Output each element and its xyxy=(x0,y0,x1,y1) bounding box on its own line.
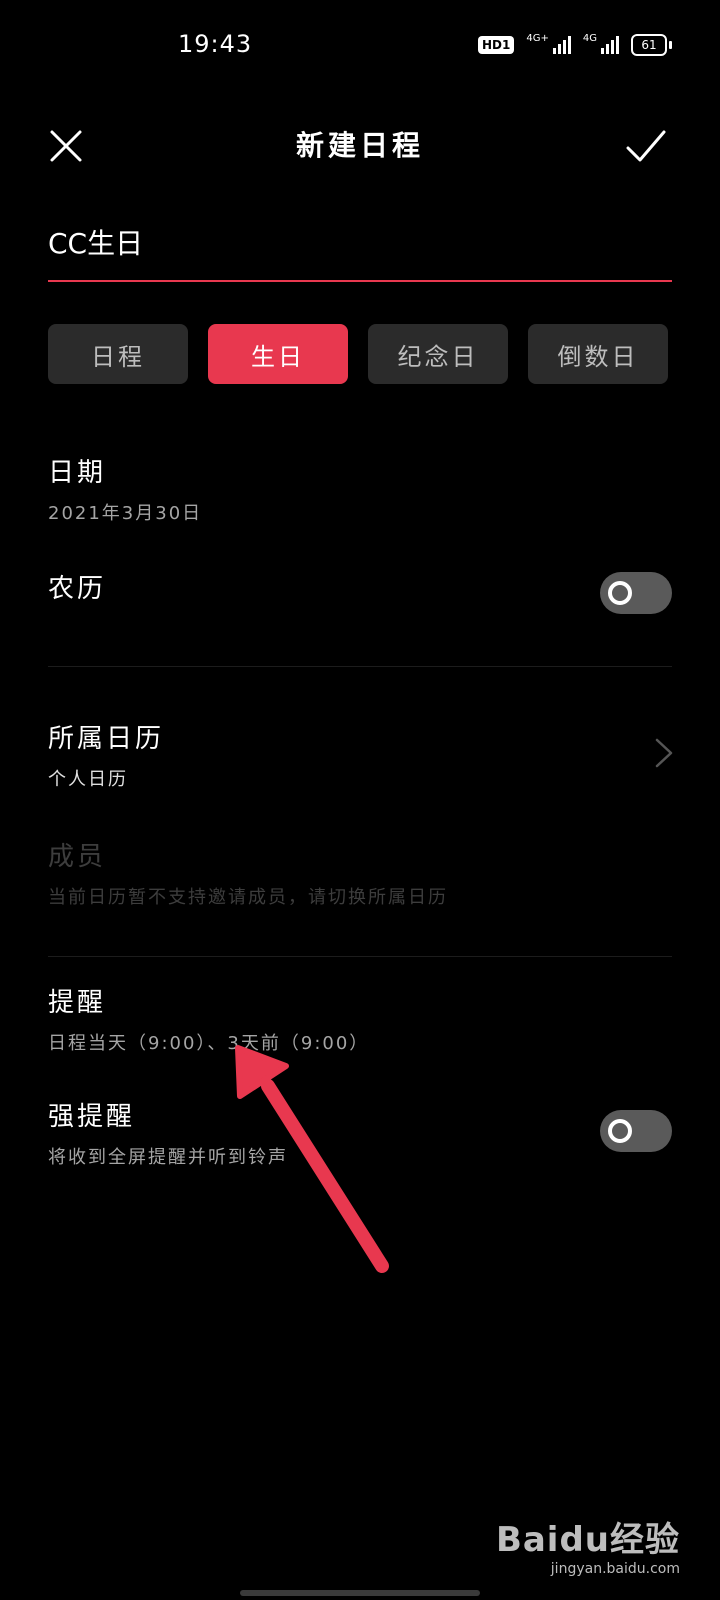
calendar-row[interactable]: 所属日历 个人日历 xyxy=(48,718,164,791)
network-type-label-2: 4G xyxy=(582,33,597,44)
date-row[interactable]: 日期 2021年3月30日 xyxy=(48,452,202,525)
watermark-logo: Baidu经验 xyxy=(495,1520,680,1560)
date-label: 日期 xyxy=(48,458,107,488)
calendar-value: 个人日历 xyxy=(48,769,128,790)
signal-icon-2: 4G xyxy=(582,33,619,54)
date-value: 2021年3月30日 xyxy=(48,503,203,524)
tab-birthday[interactable]: 生日 xyxy=(208,324,348,384)
reminder-value: 日程当天（9:00）、3天前（9:00） xyxy=(48,1033,370,1054)
strong-reminder-toggle[interactable] xyxy=(600,1110,672,1152)
divider xyxy=(48,666,672,667)
members-label: 成员 xyxy=(48,842,107,872)
status-time: 19:43 xyxy=(178,30,253,58)
calendar-label: 所属日历 xyxy=(48,724,165,754)
strong-reminder-row: 强提醒 将收到全屏提醒并听到铃声 xyxy=(48,1096,288,1169)
battery-icon: 61 xyxy=(631,34,667,56)
tab-anniversary[interactable]: 纪念日 xyxy=(368,324,508,384)
divider xyxy=(48,956,672,957)
strong-reminder-label: 强提醒 xyxy=(48,1102,136,1132)
reminder-row[interactable]: 提醒 日程当天（9:00）、3天前（9:00） xyxy=(48,982,369,1055)
battery-tip xyxy=(669,41,672,49)
event-type-tabs: 日程 生日 纪念日 倒数日 xyxy=(48,324,668,384)
reminder-label: 提醒 xyxy=(48,988,107,1018)
status-icons: HD1 4G+ 4G 61 xyxy=(478,33,672,56)
input-underline xyxy=(48,280,672,282)
members-row: 成员 当前日历暂不支持邀请成员，请切换所属日历 xyxy=(48,836,448,909)
signal-icon: 4G+ xyxy=(526,33,571,54)
hd-voice-icon: HD1 xyxy=(478,36,515,54)
toggle-knob xyxy=(608,1119,632,1143)
members-hint: 当前日历暂不支持邀请成员，请切换所属日历 xyxy=(48,887,448,908)
home-indicator[interactable] xyxy=(240,1590,480,1596)
tab-countdown[interactable]: 倒数日 xyxy=(528,324,668,384)
lunar-toggle[interactable] xyxy=(600,572,672,614)
watermark: Baidu经验 jingyan.baidu.com xyxy=(496,1512,680,1577)
event-name-input[interactable]: CC生日 xyxy=(48,222,672,262)
network-type-label: 4G+ xyxy=(526,33,549,44)
toggle-knob xyxy=(608,581,632,605)
tab-schedule[interactable]: 日程 xyxy=(48,324,188,384)
strong-reminder-desc: 将收到全屏提醒并听到铃声 xyxy=(48,1147,288,1168)
lunar-label: 农历 xyxy=(48,574,107,604)
watermark-url: jingyan.baidu.com xyxy=(550,1561,680,1577)
page-title: 新建日程 xyxy=(295,129,424,162)
check-icon[interactable] xyxy=(624,126,668,166)
chevron-right-icon[interactable] xyxy=(652,736,676,770)
